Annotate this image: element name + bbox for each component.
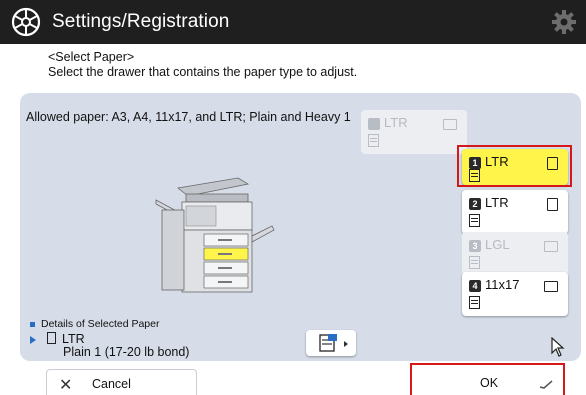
printer-illustration bbox=[155, 177, 275, 293]
paper-settings-icon bbox=[319, 334, 348, 352]
select-paper-heading: <Select Paper> bbox=[48, 50, 135, 64]
confirm-icon bbox=[539, 380, 553, 389]
ok-button[interactable]: OK bbox=[410, 363, 565, 395]
drawer-number-badge: 2 bbox=[469, 198, 481, 210]
title-bar: Settings/Registration bbox=[0, 0, 586, 44]
instructions: <Select Paper> Select the drawer that co… bbox=[48, 50, 357, 80]
arrow-right-icon bbox=[30, 336, 36, 344]
portrait-paper-icon bbox=[47, 332, 56, 344]
gear-icon[interactable] bbox=[550, 8, 578, 36]
plain-paper-icon bbox=[469, 214, 480, 227]
drawer-size-label: LTR bbox=[485, 195, 509, 210]
landscape-paper-icon bbox=[544, 241, 558, 252]
details-paper-size: LTR bbox=[62, 332, 85, 346]
plain-paper-icon bbox=[469, 256, 480, 269]
plain-paper-icon bbox=[368, 134, 379, 147]
drawer-4[interactable]: 4 11x17 bbox=[462, 272, 568, 316]
drawer-bypass: LTR bbox=[361, 110, 467, 154]
drawer-number-badge: 4 bbox=[469, 280, 481, 292]
instruction-text: Select the drawer that contains the pape… bbox=[48, 65, 358, 79]
drawer-2[interactable]: 2 LTR bbox=[462, 190, 568, 234]
details-paper-type: Plain 1 (17-20 lb bond) bbox=[63, 345, 190, 359]
drawer-number-badge: 3 bbox=[469, 240, 481, 252]
cancel-label: Cancel bbox=[92, 377, 131, 391]
ok-label: OK bbox=[480, 376, 499, 390]
allowed-paper-text: Allowed paper: A3, A4, 11x17, and LTR; P… bbox=[26, 110, 351, 124]
close-icon: ✕ bbox=[59, 377, 73, 394]
portrait-paper-icon bbox=[547, 198, 558, 211]
page-title: Settings/Registration bbox=[52, 11, 230, 32]
settings-wheel-icon bbox=[11, 7, 41, 37]
plain-paper-icon bbox=[469, 296, 480, 309]
selected-drawer-highlight bbox=[457, 145, 572, 187]
landscape-paper-icon bbox=[443, 119, 457, 130]
cancel-button[interactable]: ✕ Cancel bbox=[46, 369, 197, 395]
paper-details-button[interactable] bbox=[306, 330, 356, 356]
bullet-icon bbox=[30, 321, 35, 327]
bypass-tray-icon bbox=[368, 118, 380, 130]
drawer-size-label: LGL bbox=[485, 237, 510, 252]
drawer-3: 3 LGL bbox=[462, 232, 568, 276]
drawer-size-label: LTR bbox=[384, 115, 408, 130]
mouse-cursor-icon bbox=[551, 337, 565, 357]
drawer-size-label: 11x17 bbox=[485, 277, 520, 292]
details-heading: Details of Selected Paper bbox=[30, 318, 159, 330]
landscape-paper-icon bbox=[544, 281, 558, 292]
